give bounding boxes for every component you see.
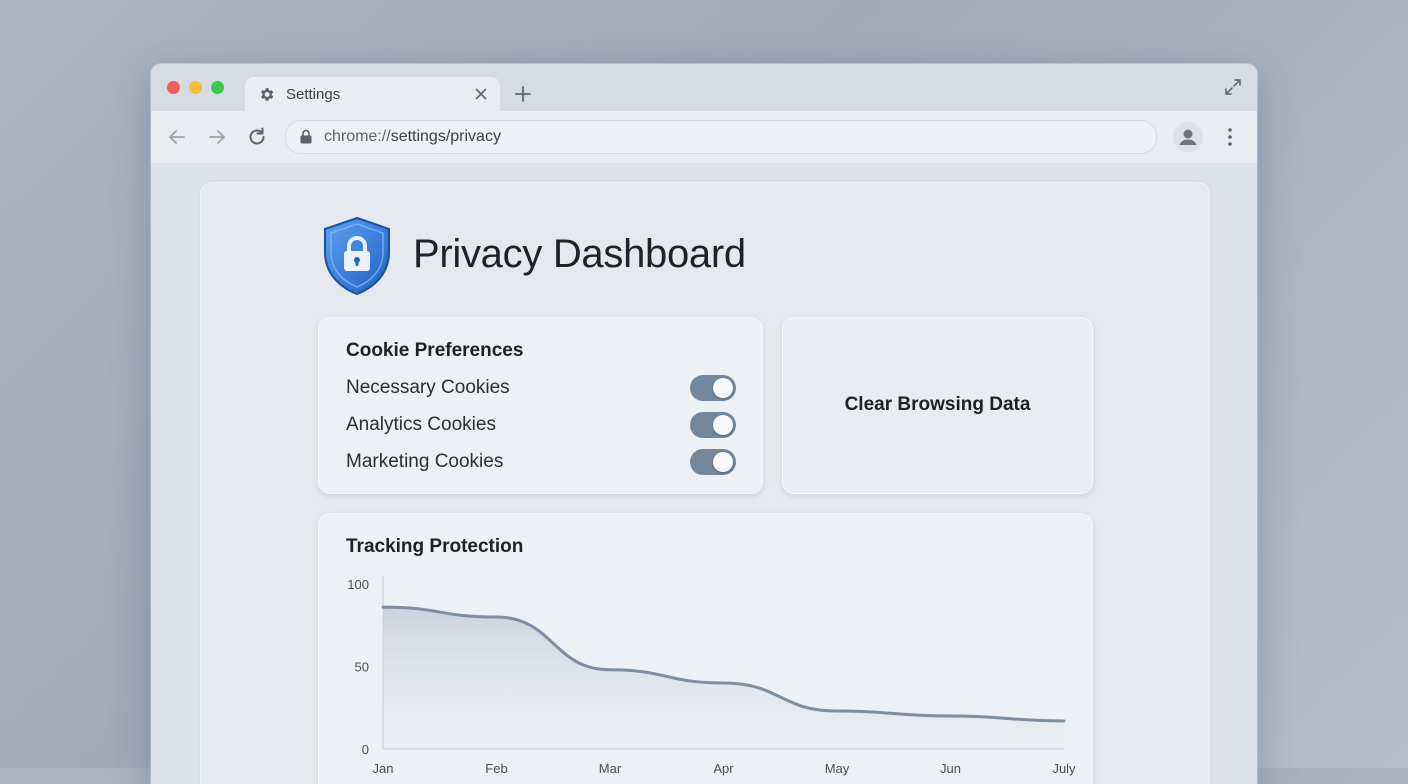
lock-icon[interactable] bbox=[299, 129, 313, 144]
x-tick-label: Feb bbox=[485, 761, 507, 776]
clear-browsing-data-button[interactable]: Clear Browsing Data bbox=[782, 317, 1093, 494]
analytics-cookies-toggle[interactable] bbox=[690, 412, 736, 438]
marketing-cookies-label: Marketing Cookies bbox=[346, 451, 504, 472]
toggle-knob bbox=[713, 378, 733, 398]
close-icon[interactable] bbox=[472, 85, 490, 103]
tab-strip: Settings bbox=[151, 64, 1257, 111]
cookie-row-necessary: Necessary Cookies bbox=[346, 373, 736, 403]
x-tick-label: July bbox=[1052, 761, 1076, 776]
url-text[interactable]: chrome://settings/privacy bbox=[324, 128, 501, 146]
dashboard-panel: Privacy Dashboard Cookie Preferences Nec… bbox=[200, 182, 1210, 784]
y-tick-label: 50 bbox=[355, 660, 369, 675]
profile-button[interactable] bbox=[1173, 122, 1203, 152]
browser-toolbar: chrome://settings/privacy bbox=[151, 111, 1257, 164]
browser-window: Settings chrome://settings/privacy Priva… bbox=[151, 64, 1257, 784]
toggle-knob bbox=[713, 415, 733, 435]
gear-icon bbox=[261, 88, 274, 101]
y-tick-label: 0 bbox=[362, 742, 369, 757]
profile-icon bbox=[1179, 129, 1197, 145]
chart-area-fill bbox=[383, 607, 1064, 749]
tracking-chart: 0 50 100 Jan Feb Mar Apr May Jun July bbox=[347, 576, 1076, 776]
url-path: settings/privacy bbox=[390, 128, 501, 145]
page-title: Privacy Dashboard bbox=[413, 232, 746, 276]
y-tick-label: 100 bbox=[347, 577, 369, 592]
shield-lock-icon bbox=[324, 216, 390, 296]
necessary-cookies-toggle[interactable] bbox=[690, 375, 736, 401]
analytics-cookies-label: Analytics Cookies bbox=[346, 414, 496, 435]
x-tick-label: Jun bbox=[940, 761, 961, 776]
marketing-cookies-toggle[interactable] bbox=[690, 449, 736, 475]
maximize-window-button[interactable] bbox=[211, 81, 224, 94]
close-window-button[interactable] bbox=[167, 81, 180, 94]
x-tick-label: Mar bbox=[599, 761, 622, 776]
expand-icon[interactable] bbox=[1223, 77, 1243, 97]
cookie-row-analytics: Analytics Cookies bbox=[346, 410, 736, 440]
forward-icon[interactable] bbox=[206, 126, 228, 148]
cookie-preferences-title: Cookie Preferences bbox=[346, 340, 524, 361]
cookie-row-marketing: Marketing Cookies bbox=[346, 447, 736, 477]
x-tick-label: May bbox=[825, 761, 850, 776]
necessary-cookies-label: Necessary Cookies bbox=[346, 377, 510, 398]
toggle-knob bbox=[713, 452, 733, 472]
x-tick-label: Apr bbox=[713, 761, 734, 776]
more-icon[interactable] bbox=[1221, 125, 1239, 149]
tracking-protection-card: Tracking Protection 0 50 100 Jan Feb Mar Apr Ma… bbox=[318, 513, 1093, 784]
plus-icon[interactable] bbox=[513, 84, 533, 104]
clear-browsing-data-label: Clear Browsing Data bbox=[844, 394, 1031, 415]
page-content: Privacy Dashboard Cookie Preferences Nec… bbox=[151, 163, 1257, 784]
url-scheme: chrome:// bbox=[324, 128, 391, 145]
cookie-preferences-card: Cookie Preferences Necessary Cookies Ana… bbox=[318, 317, 763, 494]
minimize-window-button[interactable] bbox=[189, 81, 202, 94]
reload-icon[interactable] bbox=[246, 126, 268, 148]
address-bar[interactable]: chrome://settings/privacy bbox=[285, 120, 1157, 154]
window-controls bbox=[167, 81, 224, 94]
tab-settings[interactable]: Settings bbox=[245, 77, 500, 111]
tab-title: Settings bbox=[286, 86, 341, 103]
back-icon[interactable] bbox=[166, 126, 188, 148]
x-tick-label: Jan bbox=[373, 761, 394, 776]
